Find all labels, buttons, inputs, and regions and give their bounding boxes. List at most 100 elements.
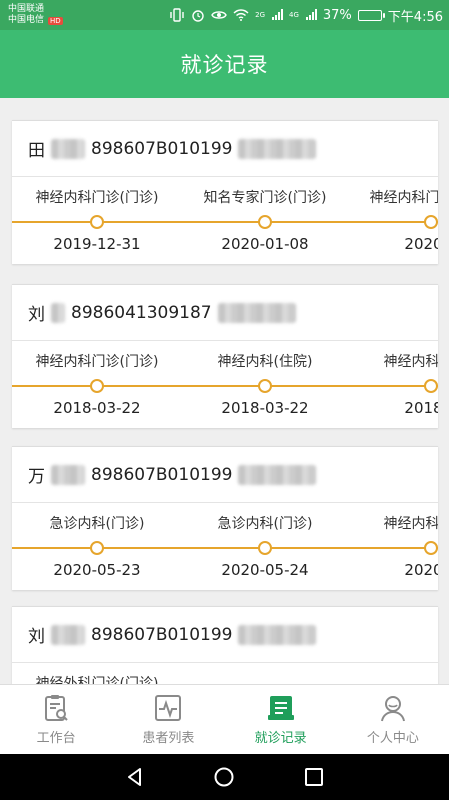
visit-department: 神经外科门诊(门诊): [35, 676, 159, 684]
visit-date: 2020-01-08: [221, 235, 309, 253]
recents-icon[interactable]: [303, 766, 325, 788]
patient-surname: 万: [28, 467, 45, 487]
net-4g-label: 4G: [289, 10, 299, 19]
visit-item[interactable]: 急诊内科(门诊) 2020-05-24: [180, 503, 350, 590]
status-icons: 2G 4G 37% 下午4:56: [169, 6, 443, 25]
patient-surname: 刘: [28, 305, 45, 325]
record-list-icon: [267, 696, 294, 720]
visit-item[interactable]: 神经内科门诊(门诊) 2018-03-22: [12, 341, 182, 428]
redacted-name: [51, 624, 85, 645]
timeline-dot: [90, 379, 104, 393]
redacted-card-number: [238, 464, 317, 485]
redacted-name: [51, 464, 85, 485]
visit-date: 2020-0: [404, 561, 438, 579]
nav-profile[interactable]: 个人中心: [337, 685, 449, 754]
carrier-info: 中国联通 中国电信 HD: [8, 4, 63, 26]
nav-profile-label: 个人中心: [366, 731, 419, 746]
record-card-header: 万 898607B010199: [12, 447, 438, 503]
nav-visit-records-label: 就诊记录: [254, 731, 307, 746]
record-card[interactable]: 万 898607B010199 急诊内科(门诊) 2020-05-23 急诊内科(门诊)…: [12, 446, 438, 590]
hd-badge: HD: [48, 16, 63, 25]
vibrate-icon: [170, 8, 184, 22]
carrier-1: 中国联通: [8, 4, 45, 14]
back-icon[interactable]: [124, 766, 146, 788]
nav-patient-list-label: 患者列表: [142, 731, 195, 746]
timeline-dot: [258, 215, 272, 229]
card-number: 8986041309187: [71, 302, 212, 323]
visit-date: 2020-05-23: [53, 561, 141, 579]
user-icon: [380, 696, 405, 722]
visit-department: 知名专家门诊(门诊): [203, 190, 327, 206]
visit-department: 神经内科门诊(门诊): [35, 190, 159, 206]
visit-item[interactable]: 神经内科(住院) 2018-0: [346, 341, 438, 428]
nav-patient-list[interactable]: 患者列表: [112, 685, 224, 754]
page-title: 就诊记录: [180, 53, 269, 77]
visit-item[interactable]: 神经内科门诊(门诊) 2019-12-31: [12, 177, 182, 264]
carrier-2: 中国电信: [8, 15, 45, 25]
redacted-name: [51, 302, 65, 323]
visit-timeline[interactable]: 神经外科门诊(门诊): [12, 663, 438, 684]
visit-timeline[interactable]: 神经内科门诊(门诊) 2019-12-31 知名专家门诊(门诊) 2020-01-08…: [12, 177, 438, 264]
net-2g-label: 2G: [255, 10, 265, 19]
timeline-dot: [90, 215, 104, 229]
record-card-header: 刘 898607B010199: [12, 607, 438, 663]
visit-date: 2018-03-22: [53, 399, 141, 417]
timeline-dot: [424, 379, 438, 393]
patient-surname: 田: [28, 141, 45, 161]
wifi-icon: [233, 9, 249, 21]
visit-date: 2020-05-24: [221, 561, 309, 579]
signal-icon-1: [272, 9, 283, 20]
visit-item[interactable]: 神经内科(门诊) 2020-0: [346, 503, 438, 590]
eye-icon: [211, 11, 227, 19]
signal-icon-2: [305, 9, 317, 20]
visit-department: 急诊内科(门诊): [49, 516, 145, 532]
visit-department: 神经内科(住院): [383, 354, 438, 370]
redacted-name: [51, 138, 85, 159]
redacted-card-number: [217, 302, 296, 323]
visit-date: 2019-12-31: [53, 235, 141, 253]
visit-timeline[interactable]: 急诊内科(门诊) 2020-05-23 急诊内科(门诊) 2020-05-24 神经内科…: [12, 503, 438, 590]
system-nav-bar: [0, 754, 449, 800]
timeline-dot: [424, 215, 438, 229]
card-number: 898607B010199: [91, 138, 233, 159]
visit-date: 2018-03-22: [221, 399, 309, 417]
visit-item[interactable]: 急诊内科(门诊) 2020-05-23: [12, 503, 182, 590]
record-card-header: 刘 8986041309187: [12, 285, 438, 341]
visit-item[interactable]: 神经外科门诊(门诊): [12, 663, 182, 684]
battery-percent: 37%: [322, 7, 352, 23]
alarm-icon: [192, 10, 204, 22]
redacted-card-number: [238, 138, 317, 159]
nav-workbench-label: 工作台: [36, 731, 76, 746]
visit-department: 神经内科(门诊): [383, 516, 438, 532]
visit-item[interactable]: 神经内科门诊(门诊) 2020-0: [346, 177, 438, 264]
card-number: 898607B010199: [91, 624, 233, 645]
status-bar: 中国联通 中国电信 HD 2G 4G 37% 下午4:56: [0, 0, 449, 30]
visit-timeline[interactable]: 神经内科门诊(门诊) 2018-03-22 神经内科(住院) 2018-03-22 神经…: [12, 341, 438, 428]
visit-department: 神经内科门诊(门诊): [35, 354, 159, 370]
visit-department: 神经内科(住院): [217, 354, 313, 370]
records-list[interactable]: 田 898607B010199 神经内科门诊(门诊) 2019-12-31 知名专家门诊…: [0, 98, 449, 684]
timeline-dot: [258, 541, 272, 555]
clipboard-search-icon: [45, 695, 68, 721]
bottom-nav: 工作台 患者列表 就诊记录 个人中心: [0, 684, 449, 754]
home-icon[interactable]: [213, 766, 235, 788]
visit-department: 急诊内科(门诊): [217, 516, 313, 532]
record-card-header: 田 898607B010199: [12, 121, 438, 177]
record-card[interactable]: 刘 898607B010199 神经外科门诊(门诊): [12, 606, 438, 684]
visit-department: 神经内科门诊(门诊): [369, 190, 438, 206]
timeline-dot: [424, 541, 438, 555]
timeline-dot: [90, 541, 104, 555]
patient-surname: 刘: [28, 627, 45, 647]
visit-item[interactable]: 神经内科(住院) 2018-03-22: [180, 341, 350, 428]
visit-date: 2020-0: [404, 235, 438, 253]
nav-workbench[interactable]: 工作台: [0, 685, 112, 754]
nav-visit-records[interactable]: 就诊记录: [225, 685, 337, 754]
visit-date: 2018-0: [404, 399, 438, 417]
clock: 下午4:56: [387, 9, 443, 25]
title-bar: 就诊记录: [0, 30, 449, 98]
visit-item[interactable]: 知名专家门诊(门诊) 2020-01-08: [180, 177, 350, 264]
timeline-dot: [258, 379, 272, 393]
record-card[interactable]: 刘 8986041309187 神经内科门诊(门诊) 2018-03-22 神经内科(住…: [12, 284, 438, 428]
card-number: 898607B010199: [91, 464, 233, 485]
record-card[interactable]: 田 898607B010199 神经内科门诊(门诊) 2019-12-31 知名专家门诊…: [12, 120, 438, 264]
